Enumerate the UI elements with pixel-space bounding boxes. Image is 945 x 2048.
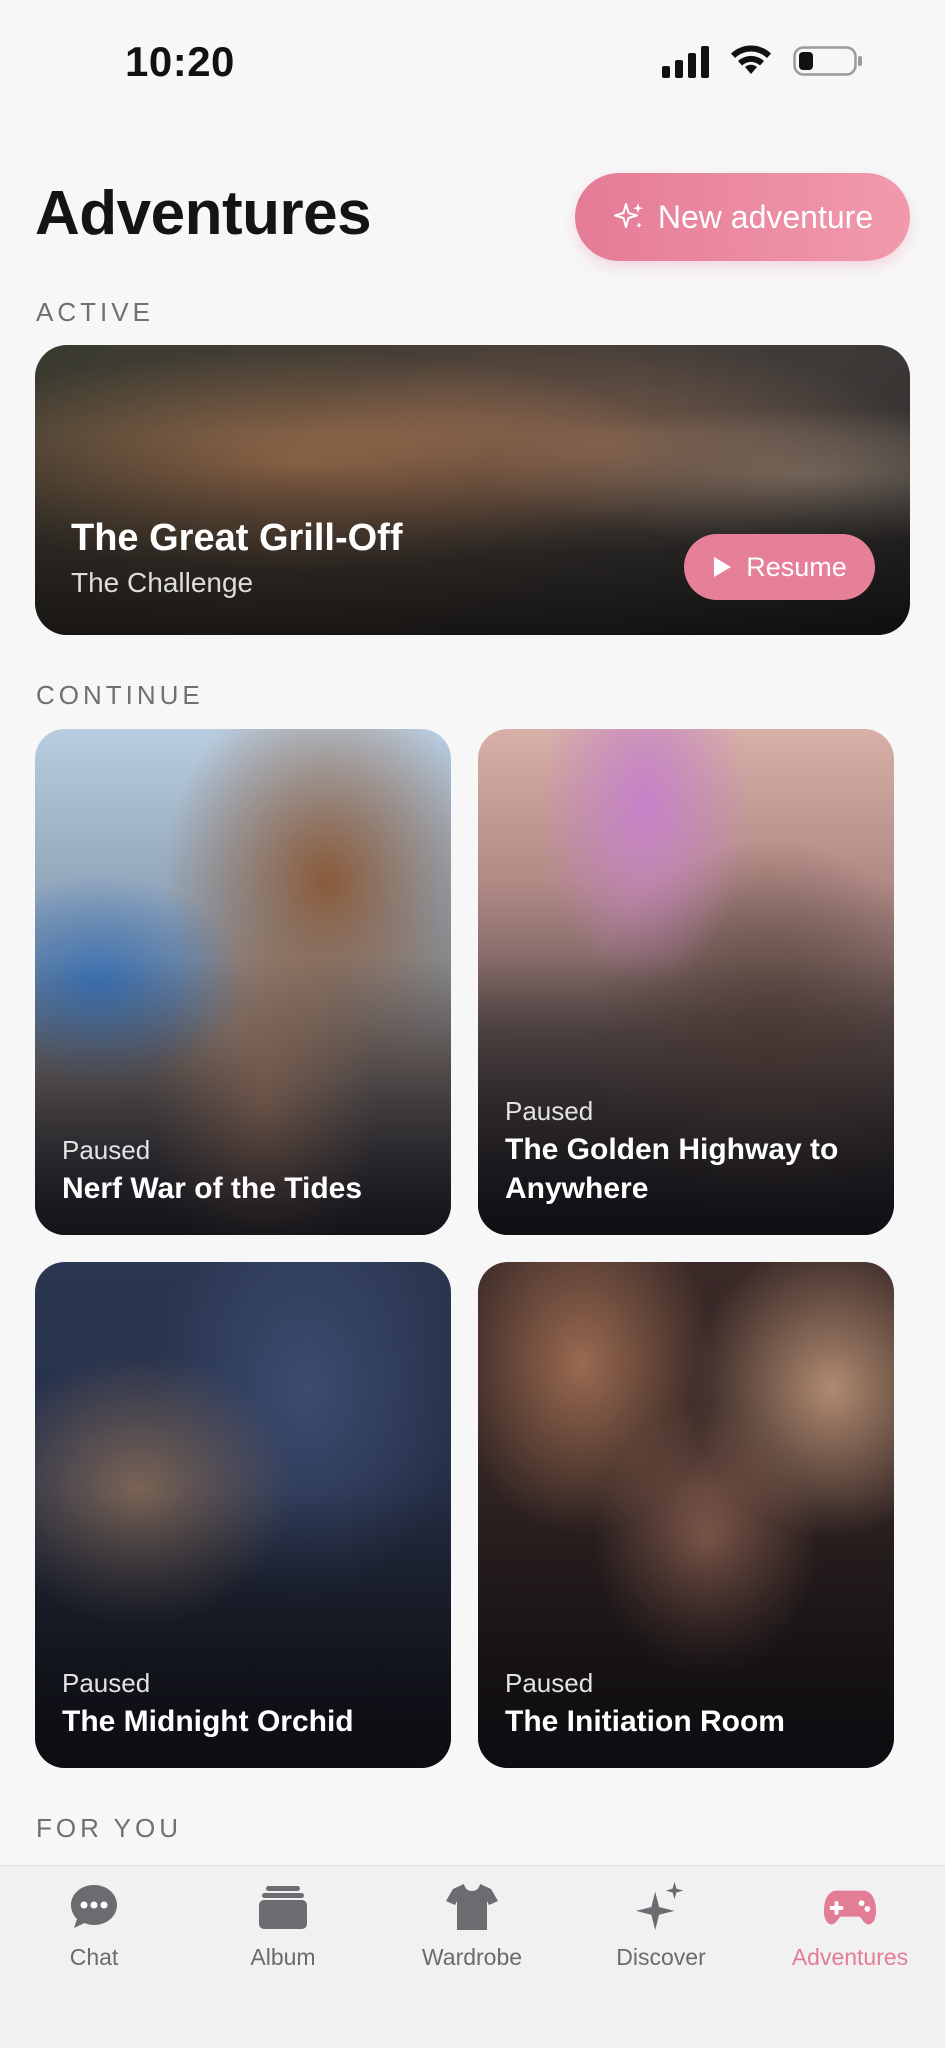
card-title: The Midnight Orchid [62, 1705, 354, 1738]
cellular-signal-icon [662, 44, 709, 78]
new-adventure-label: New adventure [657, 198, 874, 235]
resume-button[interactable]: Resume [684, 534, 875, 600]
tab-label: Discover [616, 1944, 706, 1970]
status-bar: 10:20 [0, 0, 945, 120]
tab-label: Wardrobe [421, 1944, 523, 1970]
wifi-icon [731, 45, 771, 74]
tab-bar: Chat Album Wardrobe Discover Adventures [0, 1865, 945, 2048]
active-adventure-title: The Great Grill-Off [71, 517, 403, 559]
section-label-continue: CONTINUE [36, 680, 204, 710]
resume-label: Resume [746, 551, 847, 582]
tab-chat[interactable]: Chat [14, 1880, 174, 1990]
play-icon [714, 557, 732, 577]
new-adventure-button[interactable]: New adventure [575, 173, 910, 261]
tab-label: Chat [69, 1944, 119, 1970]
section-label-for-you: FOR YOU [36, 1813, 182, 1843]
active-adventure-subtitle: The Challenge [71, 567, 254, 598]
status-icons [662, 44, 863, 78]
tab-label: Album [250, 1944, 316, 1970]
gamepad-icon [823, 1880, 877, 1934]
card-status: Paused [62, 1135, 151, 1165]
card-title: Nerf War of the Tides [62, 1172, 363, 1205]
sparkles-icon [613, 203, 643, 229]
tab-label: Adventures [791, 1944, 909, 1970]
section-label-active: ACTIVE [36, 297, 154, 327]
adventure-card[interactable]: Paused Nerf War of the Tides [35, 729, 451, 1235]
adventure-card[interactable]: Paused The Midnight Orchid [35, 1262, 451, 1768]
battery-icon [793, 46, 862, 76]
tab-album[interactable]: Album [203, 1880, 363, 1990]
status-time: 10:20 [125, 38, 235, 85]
card-status: Paused [505, 1668, 594, 1698]
card-status: Paused [62, 1668, 151, 1698]
card-title: The Initiation Room [505, 1705, 785, 1738]
chat-bubble-icon [67, 1880, 121, 1934]
tab-discover[interactable]: Discover [581, 1880, 741, 1990]
tab-adventures[interactable]: Adventures [770, 1880, 930, 1990]
shirt-icon [445, 1880, 499, 1934]
active-adventure-card[interactable]: The Great Grill-Off The Challenge Resume [35, 345, 910, 635]
card-status: Paused [505, 1096, 594, 1126]
card-title: The Golden Highway to Anywhere [505, 1133, 839, 1205]
sparkles-icon [634, 1880, 688, 1934]
page-title: Adventures [35, 179, 372, 248]
tab-wardrobe[interactable]: Wardrobe [392, 1880, 552, 1990]
album-stack-icon [256, 1880, 310, 1934]
adventure-card[interactable]: Paused The Golden Highway to Anywhere [478, 729, 894, 1235]
adventure-card[interactable]: Paused The Initiation Room [478, 1262, 894, 1768]
